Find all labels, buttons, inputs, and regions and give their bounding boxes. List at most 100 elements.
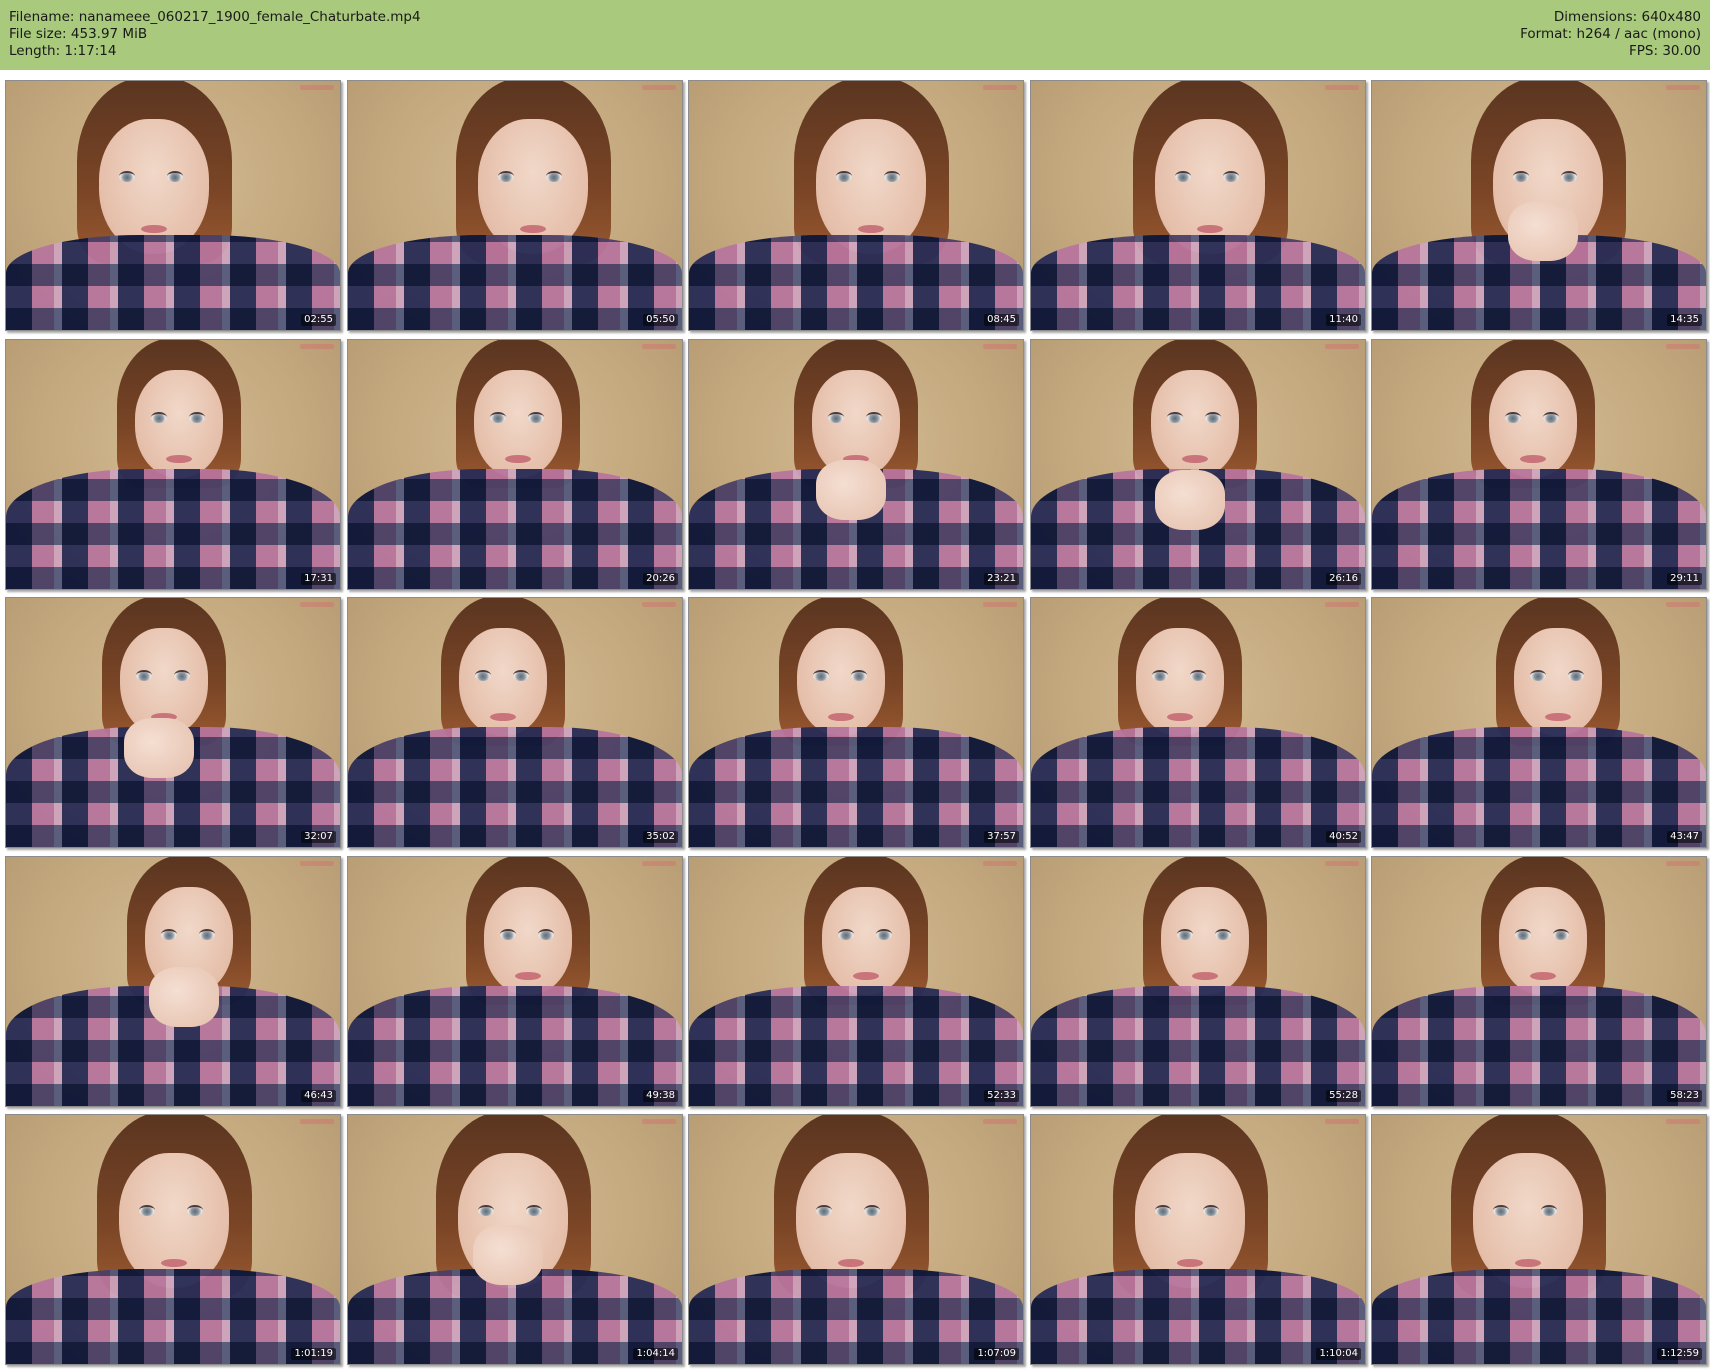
video-thumbnail[interactable]: 20:26 <box>347 339 683 590</box>
timestamp-label: 49:38 <box>643 1090 678 1102</box>
frame-image <box>348 1115 682 1364</box>
frame-image <box>348 81 682 330</box>
watermark <box>1325 602 1359 607</box>
video-thumbnail[interactable]: 08:45 <box>688 80 1024 331</box>
timestamp-label: 55:28 <box>1326 1090 1361 1102</box>
frame-image <box>6 857 340 1106</box>
watermark <box>1666 344 1700 349</box>
timestamp-label: 32:07 <box>301 831 336 843</box>
video-thumbnail[interactable]: 26:16 <box>1030 339 1366 590</box>
video-thumbnail[interactable]: 1:01:19 <box>5 1114 341 1365</box>
info-header: Filename: nanameee_060217_1900_female_Ch… <box>0 0 1710 70</box>
video-thumbnail[interactable]: 05:50 <box>347 80 683 331</box>
timestamp-label: 1:07:09 <box>974 1348 1019 1360</box>
watermark <box>983 85 1017 90</box>
video-thumbnail[interactable]: 29:11 <box>1371 339 1707 590</box>
video-thumbnail[interactable]: 1:07:09 <box>688 1114 1024 1365</box>
watermark <box>642 344 676 349</box>
media-info: Dimensions: 640x480 Format: h264 / aac (… <box>1520 9 1701 60</box>
watermark <box>1325 861 1359 866</box>
watermark <box>983 1119 1017 1124</box>
frame-image <box>689 598 1023 847</box>
timestamp-label: 40:52 <box>1326 831 1361 843</box>
watermark <box>300 1119 334 1124</box>
video-thumbnail[interactable]: 1:10:04 <box>1030 1114 1366 1365</box>
video-thumbnail[interactable]: 1:04:14 <box>347 1114 683 1365</box>
watermark <box>300 861 334 866</box>
watermark <box>1666 861 1700 866</box>
frame-image <box>1031 1115 1365 1364</box>
frame-image <box>1372 857 1706 1106</box>
video-thumbnail[interactable]: 52:33 <box>688 856 1024 1107</box>
frame-image <box>6 81 340 330</box>
frame-image <box>348 340 682 589</box>
timestamp-label: 11:40 <box>1326 314 1361 326</box>
watermark <box>300 602 334 607</box>
video-thumbnail[interactable]: 35:02 <box>347 597 683 848</box>
watermark <box>1666 602 1700 607</box>
frame-image <box>689 857 1023 1106</box>
timestamp-label: 52:33 <box>984 1090 1019 1102</box>
timestamp-label: 08:45 <box>984 314 1019 326</box>
watermark <box>983 602 1017 607</box>
video-thumbnail[interactable]: 49:38 <box>347 856 683 1107</box>
frame-image <box>689 1115 1023 1364</box>
frame-image <box>1031 81 1365 330</box>
watermark <box>1325 1119 1359 1124</box>
timestamp-label: 20:26 <box>643 573 678 585</box>
watermark <box>642 602 676 607</box>
timestamp-label: 1:01:19 <box>291 1348 336 1360</box>
frame-image <box>1372 340 1706 589</box>
video-thumbnail[interactable]: 1:12:59 <box>1371 1114 1707 1365</box>
length-label: Length: 1:17:14 <box>9 43 117 59</box>
frame-image <box>1372 81 1706 330</box>
video-thumbnail[interactable]: 37:57 <box>688 597 1024 848</box>
frame-image <box>6 598 340 847</box>
timestamp-label: 1:12:59 <box>1657 1348 1702 1360</box>
video-thumbnail[interactable]: 55:28 <box>1030 856 1366 1107</box>
video-thumbnail[interactable]: 46:43 <box>5 856 341 1107</box>
timestamp-label: 23:21 <box>984 573 1019 585</box>
timestamp-label: 02:55 <box>301 314 336 326</box>
frame-image <box>348 598 682 847</box>
video-thumbnail[interactable]: 32:07 <box>5 597 341 848</box>
video-thumbnail[interactable]: 14:35 <box>1371 80 1707 331</box>
watermark <box>1666 85 1700 90</box>
frame-image <box>6 1115 340 1364</box>
frame-image <box>1031 857 1365 1106</box>
timestamp-label: 29:11 <box>1667 573 1702 585</box>
frame-image <box>6 340 340 589</box>
watermark <box>300 344 334 349</box>
video-thumbnail[interactable]: 43:47 <box>1371 597 1707 848</box>
fps-label: FPS: 30.00 <box>1629 43 1701 59</box>
video-thumbnail[interactable]: 02:55 <box>5 80 341 331</box>
watermark <box>300 85 334 90</box>
video-thumbnail[interactable]: 23:21 <box>688 339 1024 590</box>
dimensions-label: Dimensions: 640x480 <box>1553 9 1701 25</box>
video-thumbnail[interactable]: 58:23 <box>1371 856 1707 1107</box>
watermark <box>983 861 1017 866</box>
frame-image <box>689 81 1023 330</box>
watermark <box>1666 1119 1700 1124</box>
watermark <box>983 344 1017 349</box>
timestamp-label: 37:57 <box>984 831 1019 843</box>
format-label: Format: h264 / aac (mono) <box>1520 26 1701 42</box>
video-thumbnail[interactable]: 40:52 <box>1030 597 1366 848</box>
watermark <box>642 85 676 90</box>
watermark <box>1325 85 1359 90</box>
frame-image <box>1031 598 1365 847</box>
watermark <box>642 1119 676 1124</box>
watermark <box>642 861 676 866</box>
frame-image <box>348 857 682 1106</box>
timestamp-label: 1:04:14 <box>633 1348 678 1360</box>
timestamp-label: 17:31 <box>301 573 336 585</box>
frame-image <box>1372 598 1706 847</box>
frame-image <box>689 340 1023 589</box>
thumbnail-grid: 02:55 05:50 08:45 11:40 14:35 17:31 20:2… <box>5 80 1707 1365</box>
frame-image <box>1372 1115 1706 1364</box>
video-thumbnail[interactable]: 17:31 <box>5 339 341 590</box>
video-thumbnail[interactable]: 11:40 <box>1030 80 1366 331</box>
timestamp-label: 43:47 <box>1667 831 1702 843</box>
filename-label: Filename: nanameee_060217_1900_female_Ch… <box>9 9 421 25</box>
timestamp-label: 58:23 <box>1667 1090 1702 1102</box>
